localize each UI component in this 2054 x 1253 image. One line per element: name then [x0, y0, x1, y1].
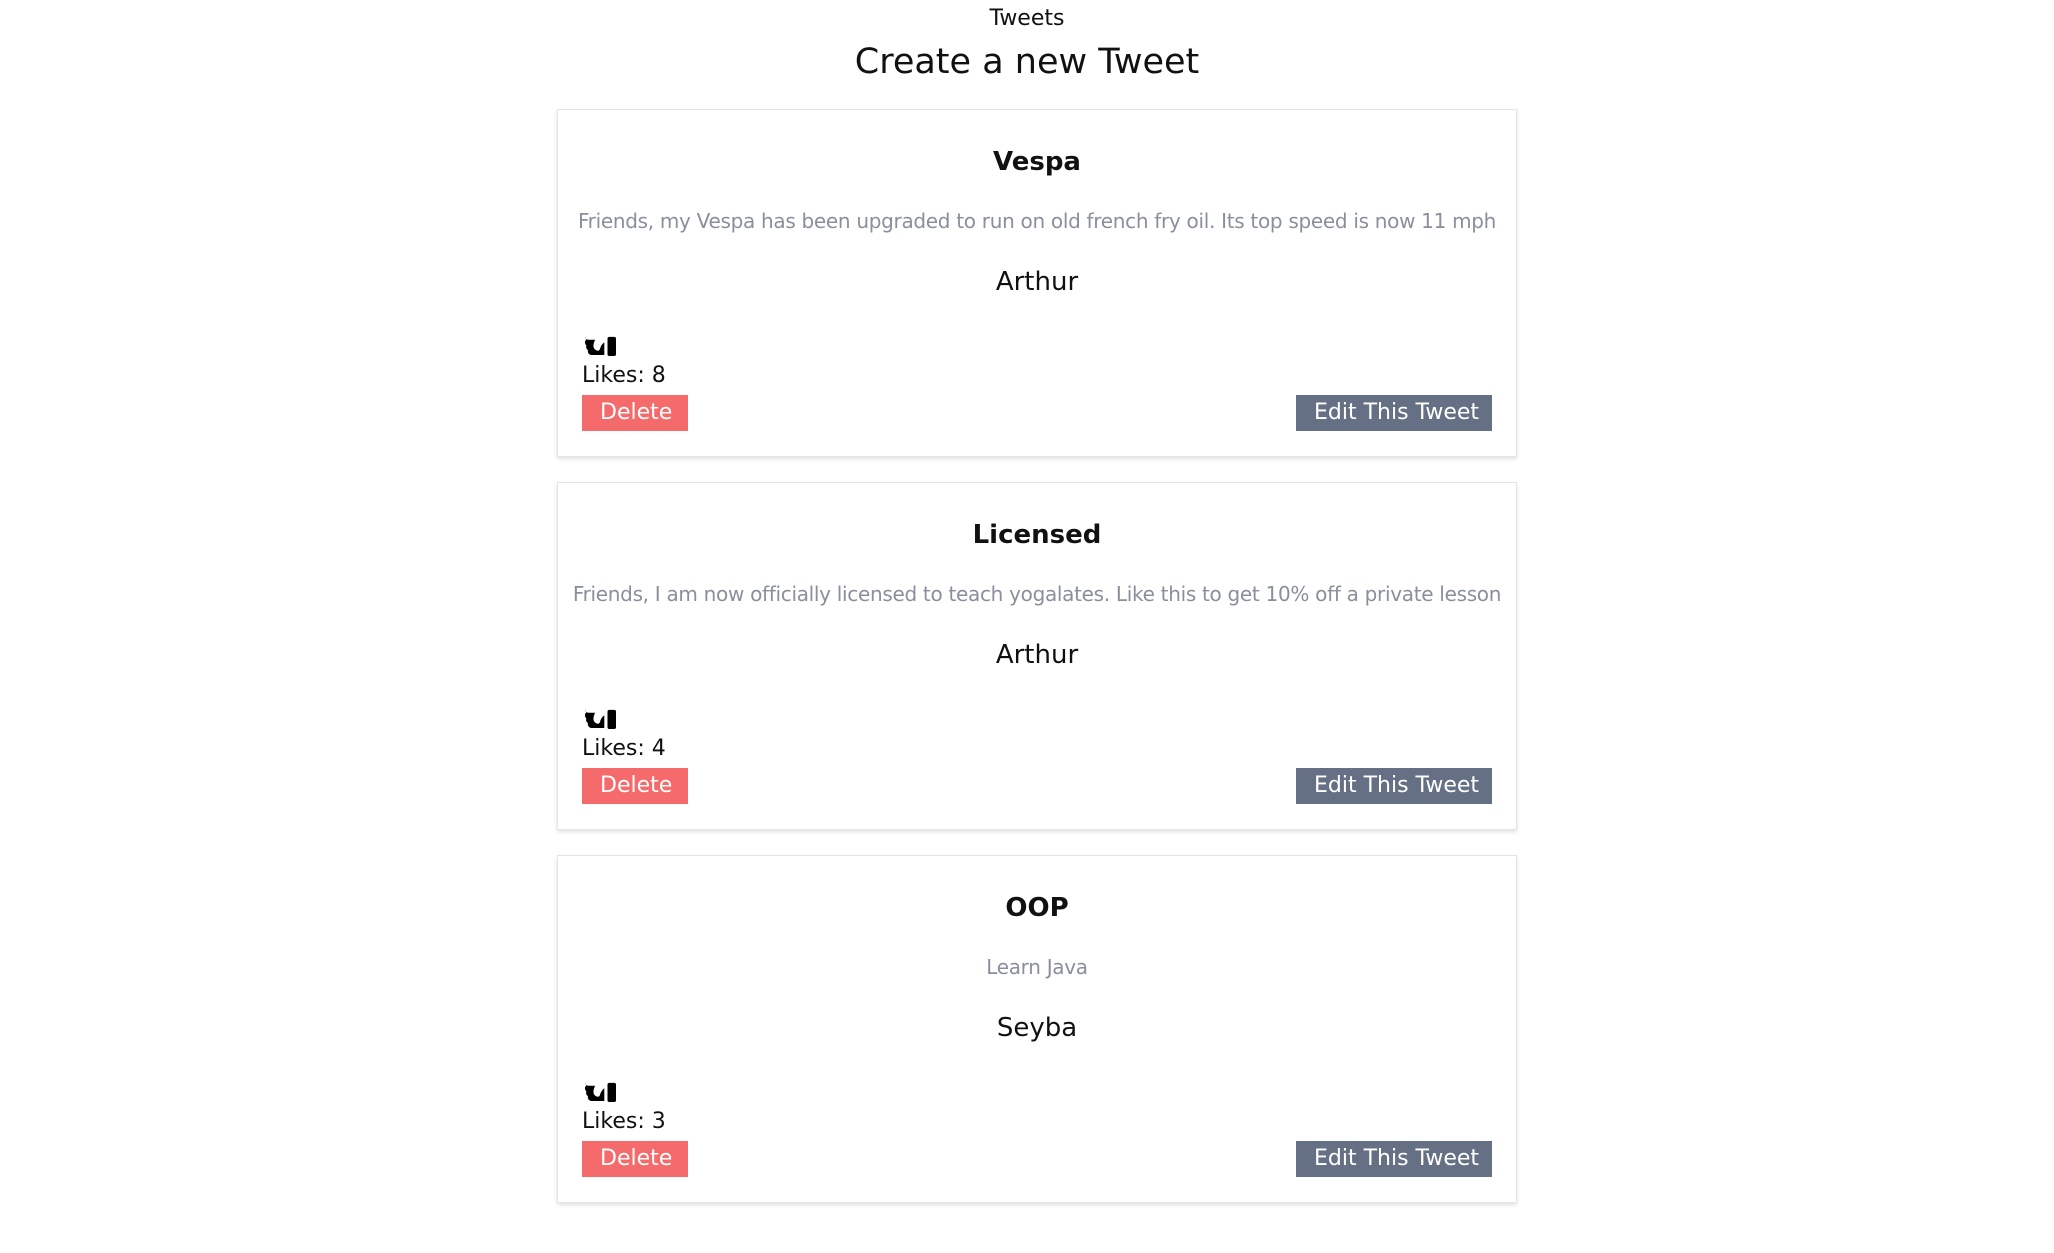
tweet-card: Vespa Friends, my Vespa has been upgrade… [557, 109, 1517, 457]
tweet-card: Licensed Friends, I am now officially li… [557, 482, 1517, 830]
tweet-body: Learn Java [986, 955, 1088, 979]
likes-count: Likes: 3 [582, 1109, 666, 1134]
tweet-author: Seyba [996, 1013, 1078, 1043]
delete-button[interactable]: Delete [582, 768, 688, 804]
tweet-author: Arthur [995, 267, 1079, 297]
edit-tweet-button[interactable]: Edit This Tweet [1296, 395, 1492, 431]
thumbs-up-icon[interactable] [582, 1068, 616, 1102]
tweet-title: Vespa [993, 147, 1081, 177]
tweet-title: OOP [1005, 893, 1069, 923]
delete-button[interactable]: Delete [582, 395, 688, 431]
tweet-author: Arthur [995, 640, 1079, 670]
tweets-nav-link[interactable]: Tweets [0, 4, 2054, 34]
tweet-title: Licensed [972, 520, 1102, 550]
delete-button[interactable]: Delete [582, 1141, 688, 1177]
tweet-body: Friends, I am now officially licensed to… [572, 582, 1502, 606]
page: Tweets Create a new Tweet Vespa Friends,… [0, 0, 2054, 1253]
tweet-card: OOP Learn Java Seyba Likes: 3 Delete Edi… [557, 855, 1517, 1203]
thumbs-up-icon[interactable] [582, 322, 616, 356]
thumbs-up-icon[interactable] [582, 695, 616, 729]
edit-tweet-button[interactable]: Edit This Tweet [1296, 1141, 1492, 1177]
edit-tweet-button[interactable]: Edit This Tweet [1296, 768, 1492, 804]
create-tweet-link[interactable]: Create a new Tweet [0, 38, 2054, 86]
likes-count: Likes: 8 [582, 363, 666, 388]
likes-count: Likes: 4 [582, 736, 666, 761]
tweet-body: Friends, my Vespa has been upgraded to r… [577, 209, 1497, 233]
